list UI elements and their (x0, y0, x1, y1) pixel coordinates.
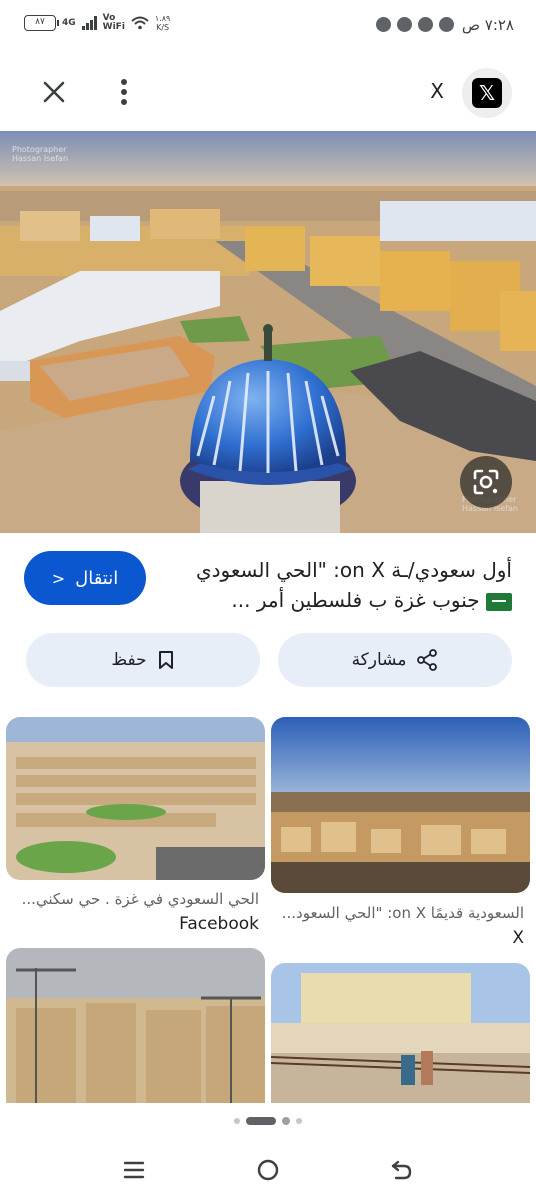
wifi-icon (131, 16, 149, 30)
back-icon (391, 1160, 412, 1180)
close-icon (43, 81, 65, 103)
status-bar: ٨٧ 4G Vo WiFi ١.٨٩ K/S ٧:٢٨ ص (0, 0, 536, 52)
more-options-button[interactable] (112, 76, 136, 108)
related-image-2-picture (6, 717, 265, 880)
home-button[interactable] (250, 1154, 286, 1186)
share-button[interactable]: مشاركة (278, 633, 512, 687)
photographer-watermark: Photographer Hassan Isefan (12, 145, 68, 163)
site-logo[interactable]: 𝕏 (462, 68, 512, 118)
lens-search-button[interactable] (460, 456, 512, 508)
main-image[interactable]: Photographer Hassan Isefan Photographer … (0, 131, 536, 533)
android-icon (439, 17, 454, 32)
pager-dot (234, 1118, 240, 1124)
back-button[interactable] (384, 1154, 420, 1186)
volte-indicator: Vo WiFi (103, 14, 125, 32)
related-image-4[interactable] (6, 948, 265, 1103)
home-icon (257, 1159, 279, 1181)
status-time: ٧:٢٨ ص (461, 16, 514, 34)
related-image-4-picture (6, 948, 265, 1103)
signal-icon (81, 16, 97, 30)
network-speed: ١.٨٩ K/S (155, 14, 170, 32)
share-button-label: مشاركة (351, 650, 407, 670)
result-title-line2: جنوب غزة ب فلسطين أمر ... (231, 588, 480, 612)
speed-unit: K/S (156, 23, 170, 32)
network-type: 4G (62, 17, 76, 28)
watermark-line1: Photographer (12, 145, 67, 154)
facebook-icon (397, 17, 412, 32)
battery-level: ٨٧ (35, 17, 45, 27)
system-nav-bar (0, 1140, 536, 1200)
more-vert-icon (121, 79, 127, 105)
chevron-right-icon: > (51, 568, 66, 588)
status-left: ٨٧ 4G Vo WiFi ١.٨٩ K/S (24, 14, 170, 32)
x-logo-icon: 𝕏 (472, 78, 502, 108)
pager-dot (296, 1118, 302, 1124)
watermark-line2: Hassan Isefan (12, 154, 69, 163)
related-image-1-picture (271, 717, 530, 893)
visit-button[interactable]: > انتقال (24, 551, 146, 605)
lens-icon (473, 469, 499, 495)
pager-dot (282, 1117, 290, 1125)
battery-icon: ٨٧ (24, 15, 59, 31)
recents-button[interactable] (116, 1154, 152, 1186)
related-caption-2: الحي السعودي في غزة . حي سكني... (21, 890, 259, 908)
recents-icon (123, 1161, 145, 1179)
site-name[interactable]: X (430, 79, 444, 103)
related-source-1: X (512, 928, 524, 948)
pager-dot-active (246, 1117, 276, 1125)
messenger-icon (418, 17, 433, 32)
bookmark-icon (158, 651, 173, 669)
notification-icons (376, 17, 454, 32)
result-info: > انتقال أول سعودي/ـة on X: "الحي السعود… (0, 545, 536, 625)
carousel-indicator (0, 1114, 536, 1128)
close-button[interactable] (38, 76, 70, 108)
related-source-2: Facebook (179, 914, 259, 934)
save-button-label: حفظ (111, 650, 147, 670)
related-image-3[interactable] (271, 963, 530, 1103)
speed-value: ١.٨٩ (154, 14, 171, 23)
save-button[interactable]: حفظ (26, 633, 260, 687)
related-image-2[interactable] (6, 717, 265, 880)
volte-line2: WiFi (102, 22, 125, 32)
snapchat-icon (376, 17, 391, 32)
visit-button-label: انتقال (75, 567, 119, 589)
saudi-flag-icon (486, 592, 512, 611)
result-title-line1: أول سعودي/ـة on X: "الحي السعودي (196, 558, 512, 582)
action-buttons: حفظ مشاركة (0, 633, 536, 689)
result-title[interactable]: أول سعودي/ـة on X: "الحي السعودي جنوب غز… (182, 555, 512, 615)
viewer-top-bar: X 𝕏 (0, 62, 536, 122)
share-icon (417, 649, 438, 671)
related-image-1[interactable] (271, 717, 530, 893)
main-image-picture (0, 131, 536, 533)
related-image-3-picture (271, 963, 530, 1103)
related-caption-1: السعودية قديمًا on X: "الحي السعود... (281, 904, 524, 922)
